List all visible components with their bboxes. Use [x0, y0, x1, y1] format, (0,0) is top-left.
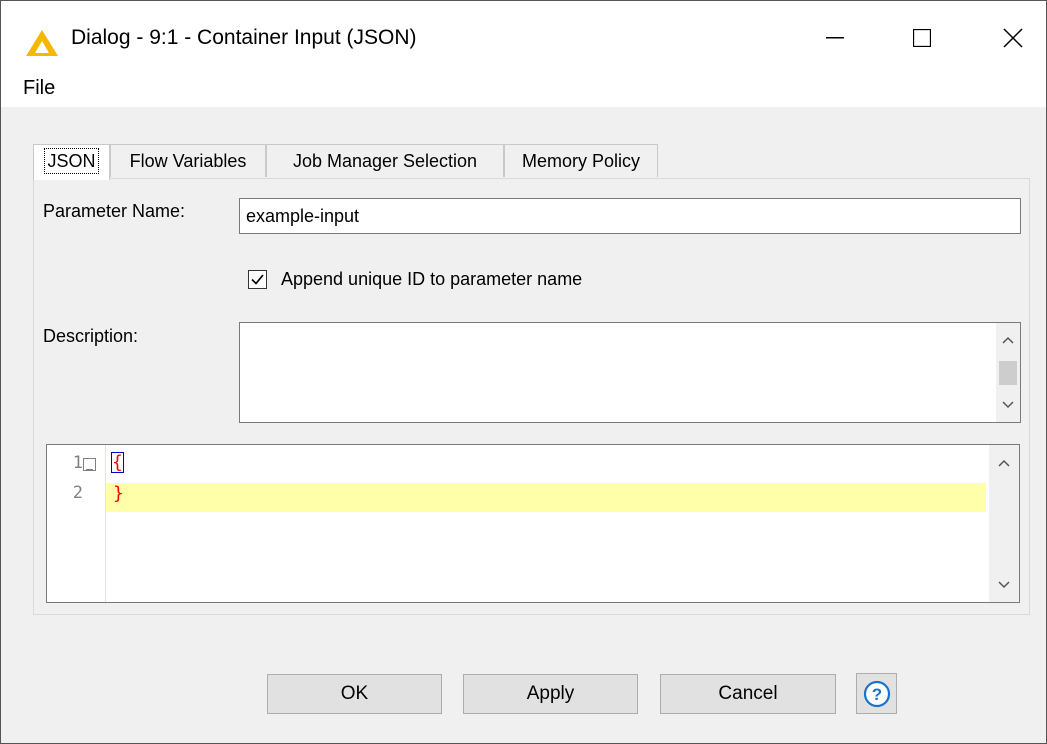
line-number-gutter: 1 2 — [47, 445, 106, 602]
cancel-button-label: Cancel — [718, 683, 778, 704]
tab-label: Job Manager Selection — [292, 151, 478, 171]
description-label: Description: — [43, 326, 139, 346]
close-icon — [1003, 28, 1023, 48]
scroll-down-icon[interactable] — [989, 575, 1019, 595]
line-number: 2 — [72, 483, 83, 503]
code-line: } — [113, 483, 124, 504]
append-unique-id-checkbox[interactable] — [248, 270, 267, 289]
current-line-highlight — [106, 483, 986, 512]
tab-flow-variables[interactable]: Flow Variables — [110, 144, 266, 177]
apply-button-label: Apply — [526, 683, 575, 704]
ok-button[interactable]: OK — [267, 674, 442, 714]
json-editor[interactable]: 1 2 { } — [46, 444, 1020, 603]
minimize-button[interactable] — [807, 18, 863, 58]
svg-text:?: ? — [871, 685, 881, 704]
checkmark-icon — [251, 274, 264, 285]
menu-file[interactable]: File — [23, 77, 55, 100]
scroll-up-icon[interactable] — [989, 453, 1019, 473]
append-unique-id-label: Append unique ID to parameter name — [281, 269, 583, 289]
parameter-name-input[interactable] — [239, 198, 1021, 234]
tab-label: Memory Policy — [521, 151, 641, 171]
fold-collapse-icon[interactable] — [83, 458, 96, 471]
scroll-up-icon[interactable] — [996, 330, 1020, 350]
tab-label: JSON — [44, 148, 99, 174]
close-button[interactable] — [985, 18, 1041, 58]
description-textarea[interactable] — [239, 322, 1021, 423]
tab-json[interactable]: JSON — [33, 144, 110, 180]
description-scrollbar[interactable] — [996, 323, 1020, 422]
tab-job-manager-selection[interactable]: Job Manager Selection — [266, 144, 504, 177]
tab-memory-policy[interactable]: Memory Policy — [504, 144, 658, 177]
code-line: { — [111, 452, 124, 473]
maximize-button[interactable] — [894, 18, 950, 58]
window-title: Dialog - 9:1 - Container Input (JSON) — [71, 26, 417, 49]
dialog-window: Dialog - 9:1 - Container Input (JSON) Fi… — [0, 0, 1047, 744]
parameter-name-label: Parameter Name: — [43, 201, 186, 221]
help-button[interactable]: ? — [856, 673, 897, 714]
menu-bar: File — [1, 71, 1046, 107]
line-number: 1 — [72, 453, 83, 473]
minimize-icon — [826, 37, 844, 39]
title-bar[interactable]: Dialog - 9:1 - Container Input (JSON) — [1, 1, 1046, 71]
help-icon: ? — [863, 680, 890, 707]
editor-scrollbar[interactable] — [989, 445, 1019, 602]
apply-button[interactable]: Apply — [463, 674, 638, 714]
scroll-thumb[interactable] — [999, 361, 1017, 385]
tab-label: Flow Variables — [129, 151, 247, 171]
maximize-icon — [913, 29, 931, 47]
knime-warning-triangle-icon — [26, 30, 58, 56]
cancel-button[interactable]: Cancel — [660, 674, 836, 714]
ok-button-label: OK — [340, 683, 369, 704]
scroll-down-icon[interactable] — [996, 395, 1020, 415]
